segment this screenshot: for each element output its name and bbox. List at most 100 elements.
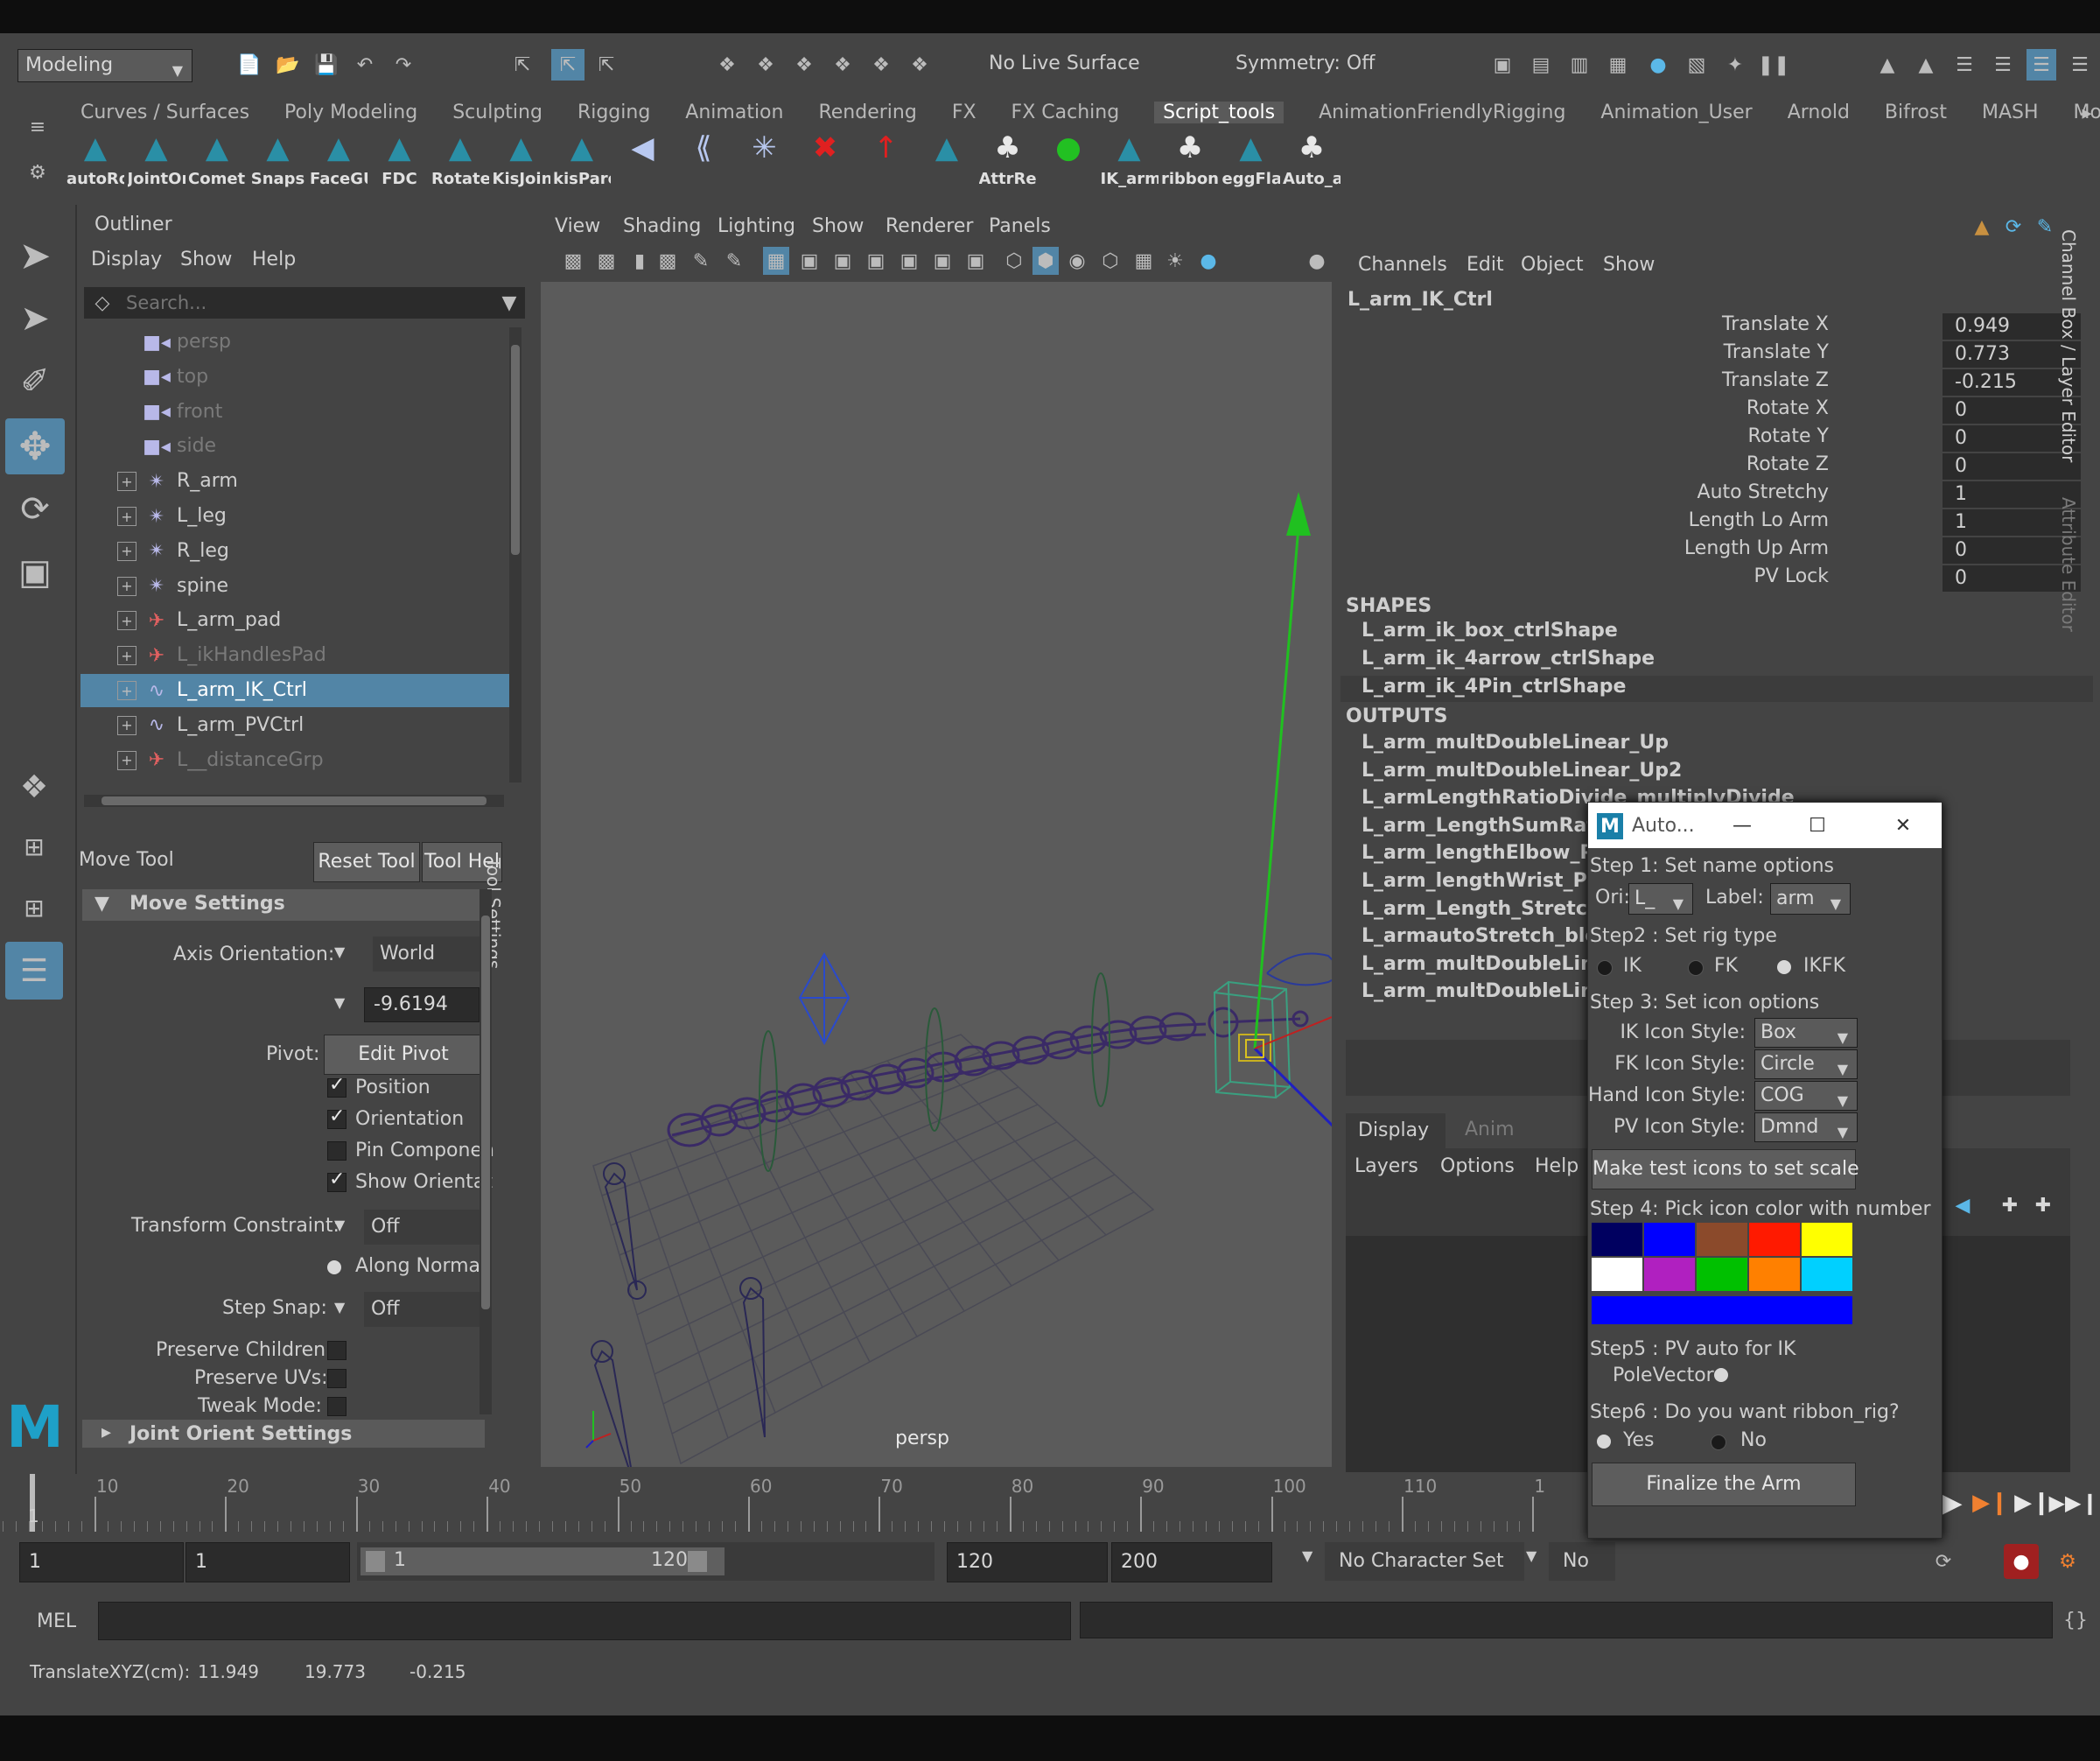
loop-playback-icon[interactable]: ⟳ xyxy=(1928,1544,1958,1579)
color-swatch[interactable] xyxy=(1644,1258,1695,1291)
shelf-tab[interactable]: Script_tools xyxy=(1154,102,1284,123)
channel-box-toggle-1-icon[interactable]: ▲ xyxy=(1969,214,1995,240)
light-editor-icon[interactable]: ✦ xyxy=(1720,49,1750,81)
shelf-button[interactable]: ▲ IK_arm xyxy=(1101,130,1158,196)
outliner-item[interactable]: + ✈ L__distanceGrp xyxy=(80,744,509,777)
preserve-uvs-checkbox[interactable] xyxy=(327,1369,346,1388)
options-menu[interactable]: Options xyxy=(1440,1155,1515,1177)
transform-constraint-value[interactable]: Off xyxy=(364,1210,488,1245)
snap-surface-icon[interactable]: ❖ xyxy=(866,49,896,81)
channel-name[interactable]: Translate X xyxy=(1496,313,1829,335)
pause-icon[interactable]: ❚❚ xyxy=(1758,49,1790,81)
wireframe-icon[interactable]: ⬡ xyxy=(1001,247,1027,275)
more-viewport-options-icon[interactable]: ● xyxy=(1304,247,1330,275)
shelf-tab[interactable]: Curves / Surfaces xyxy=(80,102,249,123)
help-menu[interactable]: Help xyxy=(1535,1155,1578,1177)
grid-toggle-icon[interactable]: ▦ xyxy=(763,247,789,275)
shelf-button[interactable]: ▲ autoRo xyxy=(66,130,124,196)
smooth-shade-icon[interactable]: ⬢ xyxy=(1032,247,1059,275)
outliner-item[interactable]: + ✴ L_leg xyxy=(80,500,509,533)
tool-settings-toggle-icon[interactable]: ☰ xyxy=(1950,49,1979,81)
outliner-item[interactable]: ■◂ side xyxy=(80,430,509,463)
human-ik-icon[interactable]: ▲ xyxy=(1911,49,1941,81)
shelf-tab[interactable]: FX xyxy=(952,102,976,123)
channel-box-toggle-3-icon[interactable]: ✎ xyxy=(2032,214,2058,240)
outliner-item[interactable]: ■◂ persp xyxy=(80,326,509,359)
output-node[interactable]: L_arm_lengthElbow_Pv xyxy=(1362,842,1606,864)
attribute-editor-toggle-icon[interactable]: ☰ xyxy=(1988,49,2018,81)
auto-key-icon[interactable]: ● xyxy=(2004,1544,2039,1579)
command-language-label[interactable]: MEL xyxy=(37,1610,76,1632)
shelf-button[interactable]: ▲ FDC xyxy=(371,130,429,196)
outliner-item[interactable]: + ✴ spine xyxy=(80,570,509,603)
rotate-tool-icon[interactable]: ⟳ xyxy=(7,483,63,536)
shelf-button[interactable]: ↑ xyxy=(858,130,915,196)
expand-icon[interactable]: + xyxy=(117,715,136,735)
step-forward-frame-icon[interactable]: ▶❙ xyxy=(2014,1488,2051,1518)
icon-style-dropdown[interactable]: Circle xyxy=(1754,1049,1858,1084)
viewport-menu-shading[interactable]: Shading xyxy=(623,215,701,237)
film-gate-icon[interactable]: ▣ xyxy=(796,247,822,275)
channel-name[interactable]: Rotate Z xyxy=(1496,453,1829,475)
save-scene-icon[interactable]: 💾 xyxy=(312,49,341,81)
render-setup-icon[interactable]: ▧ xyxy=(1682,49,1712,81)
modeling-toolkit-icon[interactable]: ▲ xyxy=(1872,49,1902,81)
outliner-item[interactable]: ■◂ front xyxy=(80,396,509,429)
auto-window-titlebar[interactable]: M Auto... — ☐ ✕ xyxy=(1588,803,1942,848)
close-icon[interactable]: ✕ xyxy=(1886,810,1921,841)
safe-action-icon[interactable]: ▣ xyxy=(929,247,956,275)
hypershade-icon[interactable]: ● xyxy=(1643,49,1673,81)
color-swatch[interactable] xyxy=(1644,1223,1695,1256)
textured-icon[interactable]: ▦ xyxy=(1130,247,1157,275)
color-swatch[interactable] xyxy=(1749,1223,1800,1256)
transform-constraint-arrow-icon[interactable]: ▼ xyxy=(334,1217,345,1233)
channel-name[interactable]: Length Up Arm xyxy=(1496,537,1829,559)
tool-checkbox[interactable] xyxy=(327,1110,346,1129)
step-snap-arrow-icon[interactable]: ▼ xyxy=(334,1299,345,1315)
persp-outliner-view-icon[interactable]: ⊞ xyxy=(9,882,60,933)
channel-box-toggle-2-icon[interactable]: ⟳ xyxy=(2000,214,2026,240)
move-settings-header[interactable]: ▼ Move Settings xyxy=(82,889,485,921)
icon-style-dropdown[interactable]: Box xyxy=(1754,1018,1858,1052)
scene-end-field[interactable]: 200 xyxy=(1111,1542,1272,1582)
range-start-grip[interactable] xyxy=(366,1551,385,1572)
shelf-button[interactable]: ▲ eggFlag xyxy=(1222,130,1280,196)
minimize-icon[interactable]: — xyxy=(1725,810,1760,841)
layer-tab-display[interactable]: Display xyxy=(1346,1113,1446,1148)
axis-orientation-value[interactable]: World xyxy=(373,937,488,972)
color-swatch[interactable] xyxy=(1749,1258,1800,1291)
orientation-angle-field[interactable]: -9.6194 xyxy=(364,987,480,1022)
shelf-tab[interactable]: FX Caching xyxy=(1012,102,1120,123)
shelf-button[interactable]: ▲ Rotate( xyxy=(431,130,489,196)
shelf-tab[interactable]: Sculpting xyxy=(452,102,542,123)
shape-node[interactable]: L_arm_ik_4arrow_ctrlShape xyxy=(1340,648,2093,674)
channel-name[interactable]: Auto Stretchy xyxy=(1496,481,1829,503)
shelf-button[interactable]: ▲ FaceGU xyxy=(310,130,368,196)
outliner-menu-show[interactable]: Show xyxy=(180,249,232,270)
shelf-button[interactable]: ♣ ribbon_ xyxy=(1161,130,1219,196)
preserve-children-checkbox[interactable] xyxy=(327,1341,346,1360)
move-layer-up-icon[interactable]: ◀ xyxy=(1950,1192,1976,1218)
expand-icon[interactable]: + xyxy=(117,681,136,700)
new-scene-icon[interactable]: 📄 xyxy=(234,49,264,81)
render-settings-icon[interactable]: ▦ xyxy=(1603,49,1633,81)
outliner-item[interactable]: + ✈ L_arm_pad xyxy=(80,604,509,637)
gate-mask-icon[interactable]: ▣ xyxy=(863,247,889,275)
channel-name[interactable]: Length Lo Arm xyxy=(1496,509,1829,531)
outliner-item[interactable]: + ✴ R_leg xyxy=(80,535,509,568)
icon-style-dropdown[interactable]: Dmnd xyxy=(1754,1112,1858,1147)
shape-node[interactable]: L_arm_ik_box_ctrlShape xyxy=(1340,620,2093,646)
outliner-menu-help[interactable]: Help xyxy=(252,249,296,270)
shelf-tab[interactable]: AnimationFriendlyRigging xyxy=(1319,102,1565,123)
live-surface-label[interactable]: No Live Surface xyxy=(989,53,1140,74)
output-node[interactable]: L_arm_Length_Stretch xyxy=(1362,898,1601,920)
move-tool-icon[interactable]: ✥ xyxy=(5,418,65,474)
joint-orient-header[interactable]: ▸ Joint Orient Settings xyxy=(82,1420,485,1448)
reset-tool-button[interactable]: Reset Tool xyxy=(313,842,420,882)
label-dropdown[interactable]: arm xyxy=(1770,883,1851,919)
channel-name[interactable]: Translate Y xyxy=(1496,341,1829,363)
outliner-vscrollbar[interactable] xyxy=(509,327,522,782)
channel-name[interactable]: Translate Z xyxy=(1496,369,1829,391)
tool-checkbox[interactable] xyxy=(327,1078,346,1098)
select-object-icon[interactable]: ⇱ xyxy=(551,49,584,81)
